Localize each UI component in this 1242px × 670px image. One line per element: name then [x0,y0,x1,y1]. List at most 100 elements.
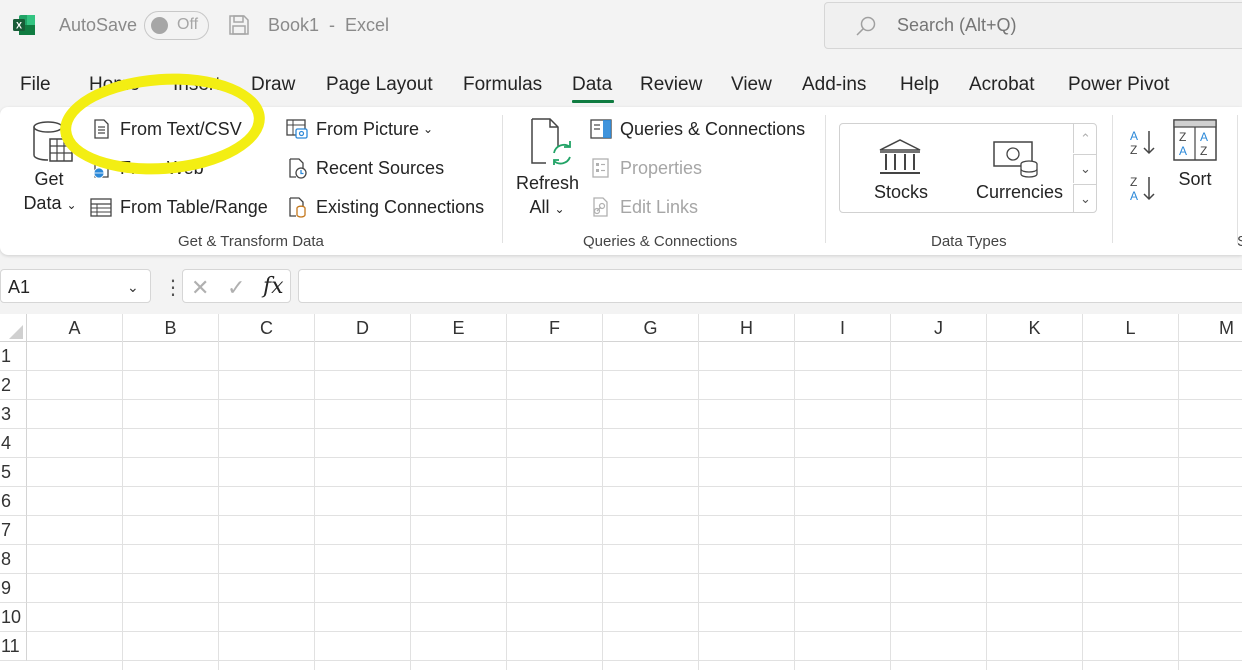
cell-gridlines [27,342,1242,670]
column-header[interactable]: H [699,314,795,342]
edit-links-icon [593,197,608,217]
document-title: Book1 - Excel [268,15,390,35]
column-header[interactable]: J [891,314,987,342]
row-header[interactable]: 1 [0,342,27,371]
column-header[interactable]: A [27,314,123,342]
gallery-scroll-up[interactable]: ⌃ [1073,124,1097,153]
queries-connections-button[interactable]: Queries & Connections [590,118,805,140]
tab-formulas[interactable]: Formulas [463,74,542,96]
from-text-csv-button[interactable]: From Text/CSV [90,118,242,140]
tab-home[interactable]: Home [89,74,140,96]
row-header[interactable]: 5 [0,458,27,487]
edit-links-button[interactable]: Edit Links [590,196,698,218]
column-header[interactable]: B [123,314,219,342]
search-box[interactable] [824,2,1242,49]
formula-buttons: ✕ ✓ fx [182,269,291,303]
tab-add-ins[interactable]: Add-ins [802,74,866,96]
expand-gallery-icon: ⌄ [1080,191,1091,206]
sort-z-to-a-icon[interactable]: Z A [1128,173,1158,205]
group-separator [825,115,826,243]
tab-page-layout[interactable]: Page Layout [326,74,433,96]
column-header[interactable]: D [315,314,411,342]
sort-a-to-z-icon[interactable]: A Z [1128,127,1158,159]
chevron-up-icon: ⌃ [1080,130,1091,146]
column-header[interactable]: L [1083,314,1179,342]
from-picture-button[interactable]: From Picture ⌄ [286,118,433,140]
row-header[interactable]: 10 [0,603,27,632]
svg-text:A: A [1200,130,1208,144]
row-header[interactable]: 8 [0,545,27,574]
excel-logo-icon: X [13,15,35,35]
refresh-label-1[interactable]: Refresh [516,171,579,195]
column-header[interactable]: C [219,314,315,342]
gallery-expand[interactable]: ⌄ [1073,184,1097,213]
row-header[interactable]: 3 [0,400,27,429]
tab-acrobat[interactable]: Acrobat [969,74,1034,96]
name-box[interactable]: A1 ⌄ [0,269,151,303]
get-data-label-1[interactable]: Get [34,167,64,191]
row-header[interactable]: 2 [0,371,27,400]
refresh-icon[interactable] [528,117,574,167]
tab-view[interactable]: View [731,74,772,96]
properties-button[interactable]: Properties [590,157,702,179]
stocks-button[interactable]: Stocks [850,132,950,208]
column-header[interactable]: F [507,314,603,342]
group-label-sort-filter: S [1237,233,1242,250]
group-label-data-types: Data Types [931,233,1007,250]
database-table-icon[interactable] [30,119,74,167]
tab-help[interactable]: Help [900,74,939,96]
enter-icon[interactable]: ✓ [227,275,245,301]
recent-sources-label: Recent Sources [316,157,445,178]
svg-text:A: A [1179,144,1187,158]
tab-power-pivot[interactable]: Power Pivot [1068,74,1169,96]
row-header[interactable]: 6 [0,487,27,516]
refresh-all-button[interactable]: All ⌄ [526,195,568,221]
column-header[interactable]: M [1179,314,1242,342]
row-header[interactable]: 4 [0,429,27,458]
column-header[interactable]: G [603,314,699,342]
toggle-knob [151,17,168,34]
queries-pane-icon [590,119,612,139]
properties-icon [592,158,609,178]
column-header[interactable]: E [411,314,507,342]
row-header[interactable]: 7 [0,516,27,545]
chevron-down-icon[interactable]: ⌄ [127,279,139,296]
gallery-scroll-down[interactable]: ⌄ [1073,154,1097,183]
autosave-toggle[interactable]: Off [144,11,209,40]
sort-dialog-icon[interactable]: Z A A Z [1173,119,1217,161]
column-header[interactable]: K [987,314,1083,342]
more-options-icon[interactable]: ⋮ [163,275,183,300]
formula-input[interactable] [298,269,1242,303]
from-web-button[interactable]: From Web [90,157,204,179]
svg-text:A: A [1130,129,1138,143]
row-header[interactable]: 9 [0,574,27,603]
get-data-button[interactable]: Data ⌄ [22,191,78,217]
edit-links-label: Edit Links [620,196,699,217]
sort-button-label[interactable]: Sort [1175,167,1215,191]
search-input[interactable] [897,15,1197,36]
tab-file[interactable]: File [20,74,51,96]
existing-connections-button[interactable]: Existing Connections [286,196,484,218]
from-table-range-button[interactable]: From Table/Range [90,196,268,218]
tab-draw[interactable]: Draw [251,74,295,96]
currencies-label: Currencies [976,182,1064,202]
cancel-icon[interactable]: ✕ [191,275,209,301]
existing-connections-icon [289,197,306,218]
worksheet-grid[interactable]: ABCDEFGHIJKLM 1 2 3 4 5 6 7 8 9 10 11 [0,314,1242,670]
tab-data[interactable]: Data [572,74,612,96]
save-icon[interactable] [227,13,251,37]
group-separator [502,115,503,243]
title-bar: X AutoSave Off Book1 - Excel [0,0,1242,54]
tab-review[interactable]: Review [640,74,702,96]
recent-sources-button[interactable]: Recent Sources [286,157,444,179]
row-header[interactable]: 11 [0,632,27,661]
select-all-button[interactable] [0,314,27,342]
tab-insert[interactable]: Insert [173,74,221,96]
search-icon [856,16,876,36]
group-separator [1112,115,1113,243]
ribbon-data: Get Data ⌄ From Text/CSV From Web From T… [0,107,1242,255]
currencies-button[interactable]: Currencies [968,132,1068,208]
column-header[interactable]: I [795,314,891,342]
insert-function-icon[interactable]: fx [263,274,284,299]
get-data-label-2: Data [23,193,62,213]
